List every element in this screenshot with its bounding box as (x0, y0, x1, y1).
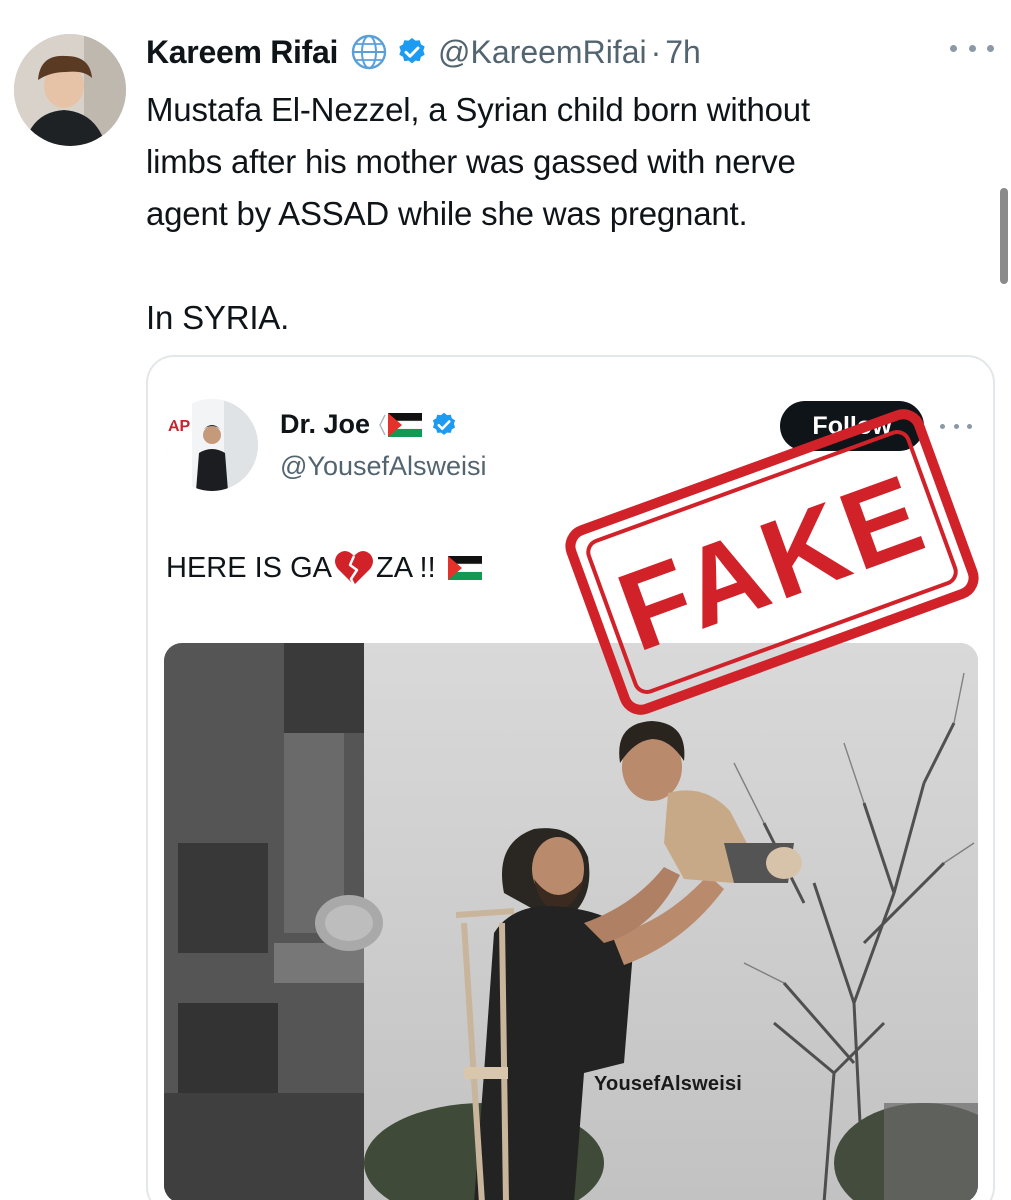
globe-icon (350, 33, 388, 71)
quoted-text: HERE IS GA ZA !! (166, 549, 482, 587)
tweet-text-line-1: Mustafa El-Nezzel, a Syrian child born w… (146, 91, 810, 128)
verified-badge-icon (430, 411, 458, 439)
quoted-author-handle[interactable]: @YousefAlsweisi (280, 451, 487, 482)
tweet-header: Kareem Rifai @KareemRifai · 7h (146, 30, 701, 74)
quoted-author-avatar[interactable]: AP (166, 399, 258, 491)
quoted-text-part-1: HERE IS GA (166, 551, 332, 584)
author-avatar[interactable] (14, 34, 126, 146)
author-handle[interactable]: @KareemRifai (438, 34, 647, 71)
author-name[interactable]: Kareem Rifai (146, 34, 338, 71)
avatar-badge-text: AP (168, 418, 191, 435)
separator-dot: · (650, 33, 662, 70)
timestamp[interactable]: 7h (665, 34, 701, 71)
quoted-photo[interactable]: YousefAlsweisi (164, 643, 978, 1200)
tweet-text-line-3: agent by ASSAD while she was pregnant. (146, 195, 748, 232)
photo-watermark: YousefAlsweisi (594, 1073, 743, 1095)
quoted-text-part-2: ZA !! (376, 551, 436, 584)
more-icon[interactable] (950, 36, 994, 60)
quoted-header: Dr. Joe (280, 409, 458, 440)
broken-heart-icon (334, 549, 374, 587)
verified-badge-icon (396, 36, 428, 68)
palestine-flag-icon (378, 412, 423, 437)
tweet-text-line-4: In SYRIA. (146, 299, 290, 336)
tweet-text-line-2: limbs after his mother was gassed with n… (146, 143, 796, 180)
palestine-flag-icon (447, 556, 482, 580)
quoted-author-name[interactable]: Dr. Joe (280, 409, 370, 440)
scrollbar[interactable] (1000, 188, 1008, 284)
more-icon[interactable] (940, 421, 972, 431)
tweet-text: Mustafa El-Nezzel, a Syrian child born w… (146, 84, 976, 344)
tweet-card: Kareem Rifai @KareemRifai · 7h Mustafa E… (0, 0, 1011, 1200)
